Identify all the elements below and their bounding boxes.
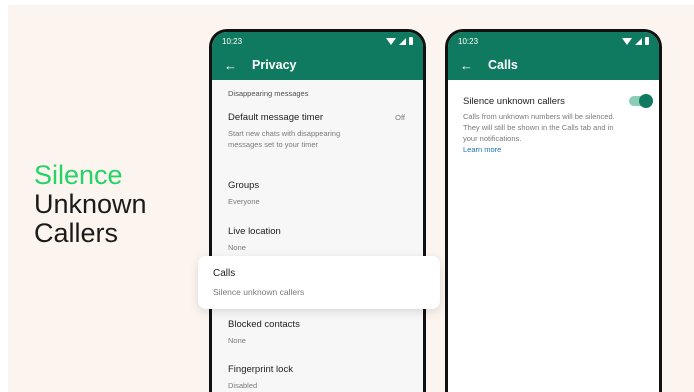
- item-label: Live location: [228, 226, 281, 237]
- screen-title: Privacy: [252, 58, 297, 72]
- status-time: 10:23: [458, 36, 479, 46]
- list-item-live-location[interactable]: Live location None: [228, 226, 411, 253]
- headline-line-3: Callers: [34, 218, 119, 248]
- phone-privacy: 10:23 ← Privacy Disappearing messages De…: [209, 29, 426, 392]
- wifi-icon: [622, 37, 632, 45]
- signal-icon: [399, 37, 406, 45]
- item-sub: Disabled: [228, 381, 258, 390]
- battery-icon: [645, 37, 649, 45]
- screen-title: Calls: [488, 58, 518, 72]
- signal-icon: [635, 37, 642, 45]
- phone-calls: 10:23 ← Calls Silence unknown callers Ca…: [445, 29, 662, 392]
- toggle-knob: [639, 94, 653, 108]
- battery-icon: [409, 37, 413, 45]
- section-label: Disappearing messages: [228, 89, 309, 98]
- wifi-icon: [386, 37, 396, 45]
- list-item-default-message-timer[interactable]: Default message timer Start new chats wi…: [228, 112, 411, 150]
- arrow-left-icon[interactable]: ←: [460, 58, 482, 73]
- item-label: Blocked contacts: [228, 319, 300, 330]
- item-label: Calls: [213, 268, 236, 279]
- arrow-left-icon[interactable]: ←: [224, 58, 246, 73]
- app-bar: 10:23 ← Privacy: [212, 32, 423, 80]
- item-label: Groups: [228, 180, 260, 191]
- item-label: Fingerprint lock: [228, 364, 293, 375]
- headline-line-1: Silence: [34, 160, 123, 190]
- app-bar: 10:23 ← Calls: [448, 32, 659, 80]
- headline: Silence Unknown Callers: [34, 161, 147, 248]
- item-sub: Silence unknown callers: [213, 287, 305, 297]
- list-item-fingerprint-lock[interactable]: Fingerprint lock Disabled: [228, 364, 411, 391]
- status-time: 10:23: [222, 36, 243, 46]
- status-bar: 10:23: [212, 32, 423, 50]
- learn-more-link[interactable]: Learn more: [463, 145, 659, 154]
- headline-line-2: Unknown: [34, 189, 147, 219]
- item-sub: None: [228, 243, 246, 252]
- setting-description: Calls from unknown numbers will be silen…: [463, 112, 615, 143]
- item-sub: Everyone: [228, 197, 260, 206]
- item-value: Off: [395, 113, 405, 122]
- item-label: Default message timer: [228, 112, 324, 123]
- setting-silence-unknown-callers: Silence unknown callers Calls from unkno…: [448, 80, 659, 154]
- list-item-groups[interactable]: Groups Everyone: [228, 180, 411, 207]
- status-bar: 10:23: [448, 32, 659, 50]
- list-item-blocked-contacts[interactable]: Blocked contacts None: [228, 319, 411, 346]
- item-sub: Start new chats with disappearing messag…: [228, 129, 341, 149]
- silence-toggle[interactable]: [629, 94, 653, 108]
- item-sub: None: [228, 336, 246, 345]
- list-item-calls[interactable]: Calls Silence unknown callers: [198, 256, 440, 309]
